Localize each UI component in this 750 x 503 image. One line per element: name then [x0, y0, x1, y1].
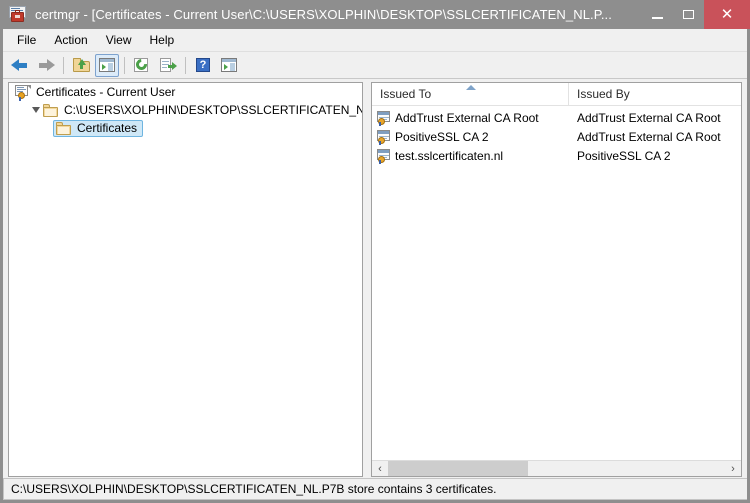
- column-header-issued-by[interactable]: Issued By: [569, 83, 741, 105]
- certificate-icon: [376, 129, 392, 145]
- up-one-level-button[interactable]: [69, 54, 93, 77]
- minimize-button[interactable]: [642, 0, 673, 29]
- forward-arrow-icon: [37, 58, 55, 72]
- certificate-icon: [376, 148, 392, 164]
- menu-action[interactable]: Action: [45, 30, 96, 50]
- toolbar-separator: [63, 56, 64, 74]
- menu-bar: File Action View Help: [3, 29, 747, 52]
- export-list-icon: [159, 58, 177, 72]
- console-tree-pane[interactable]: Certificates - Current User C:\USERS\XOL…: [8, 82, 363, 477]
- column-header-issued-to[interactable]: Issued To: [372, 83, 569, 105]
- toolbar: ?: [3, 52, 747, 79]
- cell-issued-by: AddTrust External CA Root: [577, 110, 721, 125]
- menu-view[interactable]: View: [97, 30, 141, 50]
- list-rows: AddTrust External CA Root AddTrust Exter…: [372, 106, 741, 165]
- close-icon: ✕: [720, 6, 734, 23]
- column-header-label: Issued To: [380, 87, 432, 101]
- client-area: File Action View Help ? Certificates - C…: [3, 29, 747, 500]
- help-icon: ?: [196, 58, 210, 72]
- tree-node-label: Certificates: [77, 121, 138, 135]
- title-bar[interactable]: certmgr - [Certificates - Current User\C…: [0, 0, 750, 29]
- up-one-level-icon: [72, 58, 90, 72]
- properties-icon: [221, 58, 237, 72]
- tree-node-label: Certificates - Current User: [36, 85, 176, 99]
- window-controls: ✕: [642, 0, 750, 29]
- help-button[interactable]: ?: [191, 54, 215, 77]
- certmgr-window: certmgr - [Certificates - Current User\C…: [0, 0, 750, 503]
- certificate-icon: [376, 110, 392, 126]
- cell-issued-to: test.sslcertificaten.nl: [372, 148, 569, 164]
- folder-icon: [56, 121, 72, 135]
- list-column-header: Issued To Issued By: [372, 83, 741, 106]
- cell-text: PositiveSSL CA 2: [395, 129, 489, 144]
- certificate-manager-icon: [9, 6, 26, 23]
- refresh-button[interactable]: [130, 54, 154, 77]
- export-list-button[interactable]: [156, 54, 180, 77]
- scroll-left-arrow-icon[interactable]: ‹: [372, 461, 388, 476]
- tree-node-p7b-file[interactable]: C:\USERS\XOLPHIN\DESKTOP\SSLCERTIFICATEN…: [9, 101, 362, 119]
- back-arrow-icon: [11, 58, 29, 72]
- cell-issued-to: PositiveSSL CA 2: [372, 129, 569, 145]
- menu-file[interactable]: File: [8, 30, 45, 50]
- minimize-icon: [652, 16, 663, 19]
- table-row[interactable]: AddTrust External CA Root AddTrust Exter…: [372, 108, 741, 127]
- toolbar-separator: [124, 56, 125, 74]
- expander-triangle-icon[interactable]: [31, 105, 41, 115]
- back-button[interactable]: [8, 54, 32, 77]
- table-row[interactable]: test.sslcertificaten.nl PositiveSSL CA 2: [372, 146, 741, 165]
- cell-text: AddTrust External CA Root: [395, 110, 539, 125]
- cell-issued-to: AddTrust External CA Root: [372, 110, 569, 126]
- certificates-list-pane[interactable]: Issued To Issued By AddTrust External CA…: [371, 82, 742, 477]
- close-button[interactable]: ✕: [704, 0, 750, 29]
- tree-node-label: C:\USERS\XOLPHIN\DESKTOP\SSLCERTIFICATEN…: [64, 103, 362, 117]
- cell-issued-by: PositiveSSL CA 2: [577, 148, 671, 163]
- menu-help[interactable]: Help: [141, 30, 184, 50]
- tree-node-selected-highlight[interactable]: Certificates: [53, 119, 144, 137]
- horizontal-scrollbar[interactable]: ‹ ›: [372, 460, 741, 476]
- window-title: certmgr - [Certificates - Current User\C…: [35, 7, 612, 22]
- split-panes: Certificates - Current User C:\USERS\XOL…: [3, 79, 747, 482]
- column-header-label: Issued By: [577, 87, 630, 101]
- maximize-button[interactable]: [673, 0, 704, 29]
- show-hide-console-tree-button[interactable]: [95, 53, 119, 77]
- status-bar-text: C:\USERS\XOLPHIN\DESKTOP\SSLCERTIFICATEN…: [11, 482, 497, 496]
- toolbar-separator: [185, 56, 186, 74]
- cell-text: test.sslcertificaten.nl: [395, 148, 504, 163]
- forward-button[interactable]: [34, 54, 58, 77]
- status-bar: C:\USERS\XOLPHIN\DESKTOP\SSLCERTIFICATEN…: [3, 478, 747, 500]
- table-row[interactable]: PositiveSSL CA 2 AddTrust External CA Ro…: [372, 127, 741, 146]
- scrollbar-thumb[interactable]: [388, 461, 528, 476]
- sort-ascending-icon: [466, 85, 476, 90]
- folder-icon: [43, 103, 59, 117]
- scroll-right-arrow-icon[interactable]: ›: [725, 461, 741, 476]
- cell-issued-by: AddTrust External CA Root: [577, 129, 721, 144]
- tree-node-certificates-current-user[interactable]: Certificates - Current User: [9, 83, 362, 101]
- certificate-store-icon: [15, 85, 31, 101]
- refresh-icon: [133, 56, 150, 73]
- tree-node-certificates[interactable]: Certificates: [9, 119, 362, 137]
- scrollbar-track[interactable]: [388, 461, 725, 476]
- properties-button[interactable]: [217, 54, 241, 77]
- maximize-icon: [683, 10, 694, 19]
- show-hide-console-tree-icon: [99, 58, 115, 72]
